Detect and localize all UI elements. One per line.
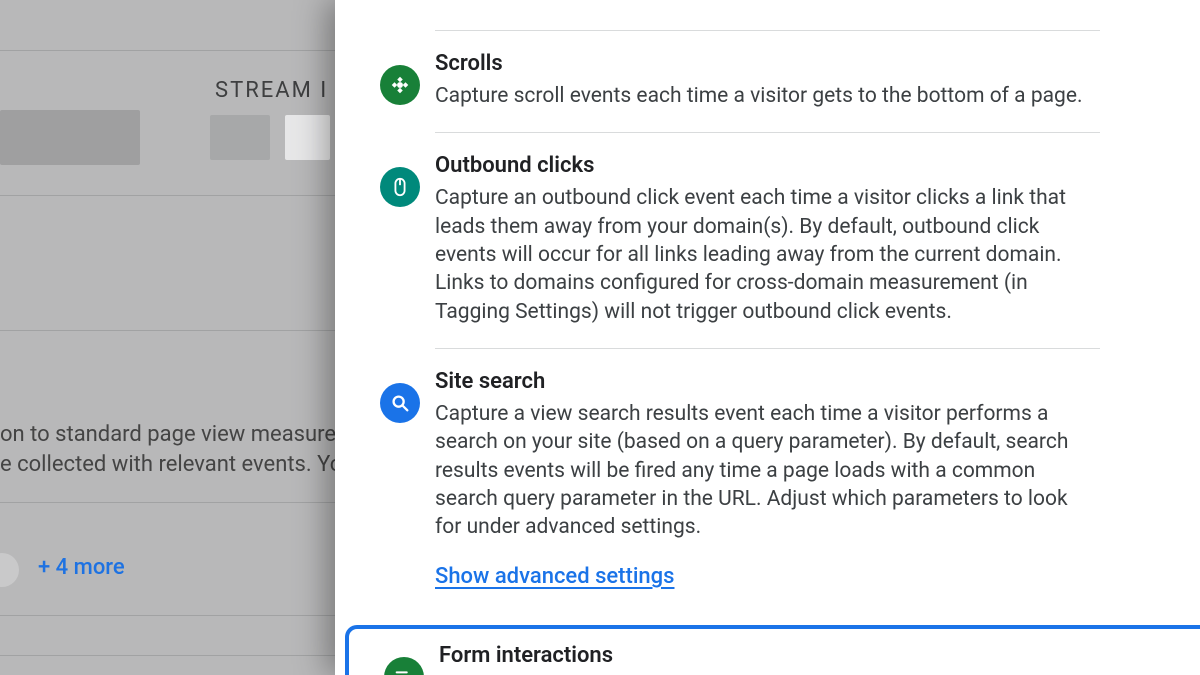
event-row-outbound-clicks: Outbound clicks Capture an outbound clic… xyxy=(435,132,1100,348)
event-row-form-interactions-highlight: Form interactions Capture a form interac… xyxy=(345,625,1200,675)
event-title: Scrolls xyxy=(435,51,1096,76)
enhanced-measurement-panel: Scrolls Capture scroll events each time … xyxy=(335,0,1200,675)
redacted-block xyxy=(210,115,270,160)
redacted-block xyxy=(0,110,140,165)
mouse-icon xyxy=(380,167,420,207)
search-icon xyxy=(380,383,420,423)
event-description: Capture scroll events each time a visito… xyxy=(435,82,1096,110)
event-title: Form interactions xyxy=(439,643,1106,668)
event-title: Site search xyxy=(435,369,1096,394)
event-title: Outbound clicks xyxy=(435,153,1096,178)
scroll-icon xyxy=(380,65,420,105)
section-heading-stream: STREAM I xyxy=(215,78,328,103)
show-advanced-settings-link[interactable]: Show advanced settings xyxy=(435,564,674,589)
redacted-block xyxy=(285,115,330,160)
more-events-link[interactable]: + 4 more xyxy=(38,555,125,580)
chip-partial xyxy=(0,553,19,587)
event-row-site-search: Site search Capture a view search result… xyxy=(435,348,1100,611)
enhanced-measurement-description: on to standard page view measurem e coll… xyxy=(0,420,335,479)
event-row-form-interactions: Form interactions Capture a form interac… xyxy=(439,629,1110,675)
event-description: Capture an outbound click event each tim… xyxy=(435,184,1096,326)
event-description: Capture a view search results event each… xyxy=(435,400,1096,542)
event-row-scrolls: Scrolls Capture scroll events each time … xyxy=(435,30,1100,132)
form-icon xyxy=(384,657,424,675)
